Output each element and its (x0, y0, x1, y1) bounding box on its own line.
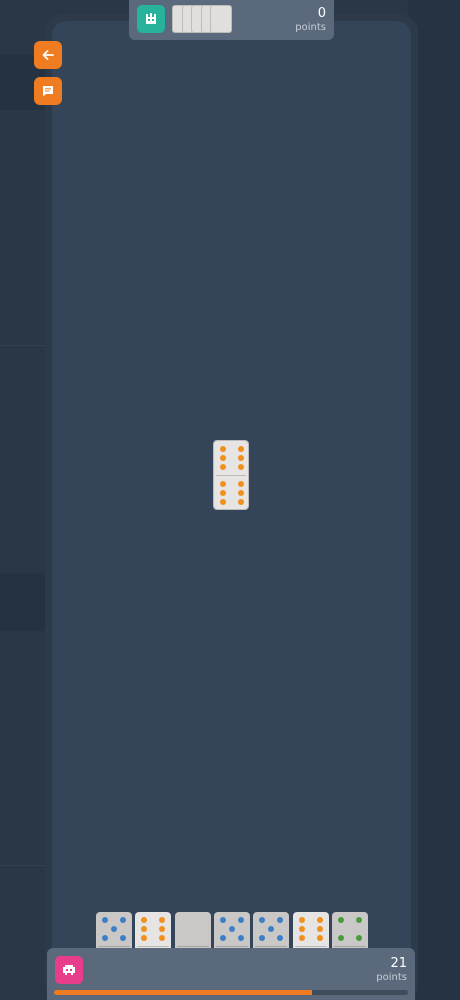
turn-timer-bar (54, 990, 408, 995)
domino-pip (259, 917, 266, 923)
domino-half-top (135, 912, 172, 947)
domino-pip (238, 455, 244, 461)
domino-pip (141, 935, 148, 941)
board-domino (213, 440, 249, 510)
domino-pip (120, 917, 126, 923)
domino-half-top (174, 912, 211, 947)
domino-half-top (331, 912, 368, 947)
domino-pip (298, 935, 305, 941)
domino-half-top (213, 912, 250, 947)
domino-divider (333, 946, 366, 947)
domino-half-bot (214, 476, 248, 509)
domino-pip (238, 499, 244, 505)
chat-icon (43, 86, 53, 97)
domino-pip (220, 446, 226, 452)
domino-pip (316, 917, 323, 923)
domino-pip (141, 917, 148, 923)
domino-pip (120, 935, 126, 941)
player-avatar (55, 956, 83, 984)
domino-divider (98, 946, 130, 947)
domino-pip (277, 917, 284, 923)
domino-pip (237, 917, 244, 923)
domino-divider (176, 946, 209, 947)
opponent-hidden-hand (172, 5, 235, 33)
player-score: 21 (390, 956, 407, 971)
domino-pip (238, 481, 244, 487)
robot-icon (146, 13, 156, 24)
alien-icon (63, 965, 75, 975)
domino-pip (316, 935, 323, 941)
domino-half-top (214, 441, 248, 476)
domino-pip (219, 935, 226, 941)
domino-pip (220, 481, 226, 487)
opponent-panel: 0 points (129, 0, 334, 40)
domino-pip (268, 926, 275, 932)
domino-pip (298, 917, 305, 923)
domino-pip (219, 917, 226, 923)
opponent-score: 0 (317, 6, 326, 21)
opponent-avatar (137, 5, 165, 33)
domino-pip (220, 490, 226, 496)
domino-half-top (253, 912, 290, 947)
domino-divider (137, 946, 170, 947)
player-panel: 21 points (47, 948, 415, 1000)
domino-pip (220, 455, 226, 461)
game-table (52, 21, 411, 1000)
domino-pip (259, 935, 266, 941)
domino-pip (237, 935, 244, 941)
arrow-left-icon (42, 50, 54, 60)
domino-divider (215, 946, 248, 947)
domino-pip (141, 926, 148, 932)
domino-pip (159, 935, 166, 941)
back-button[interactable] (34, 41, 62, 69)
domino-pip (159, 926, 166, 932)
turn-timer-fill (54, 990, 313, 995)
opponent-hidden-domino (210, 5, 232, 33)
domino-pip (337, 935, 344, 941)
domino-pip (220, 464, 226, 470)
domino-divider (294, 946, 327, 947)
domino-pip (355, 917, 362, 923)
domino-pip (316, 926, 323, 932)
domino-pip (111, 926, 117, 932)
domino-pip (298, 926, 305, 932)
chat-button[interactable] (34, 77, 62, 105)
domino-pip (102, 935, 108, 941)
domino-pip (102, 917, 108, 923)
player-score-label: points (376, 972, 407, 983)
domino-pip (159, 917, 166, 923)
domino-pip (355, 935, 362, 941)
domino-half-top (96, 912, 132, 947)
domino-pip (337, 917, 344, 923)
domino-pip (220, 499, 226, 505)
domino-pip (238, 464, 244, 470)
domino-pip (228, 926, 235, 932)
domino-pip (238, 446, 244, 452)
domino-half-top (292, 912, 329, 947)
domino-divider (216, 475, 246, 476)
domino-divider (255, 946, 288, 947)
domino-pip (238, 490, 244, 496)
opponent-score-label: points (295, 22, 326, 33)
domino-pip (277, 935, 284, 941)
